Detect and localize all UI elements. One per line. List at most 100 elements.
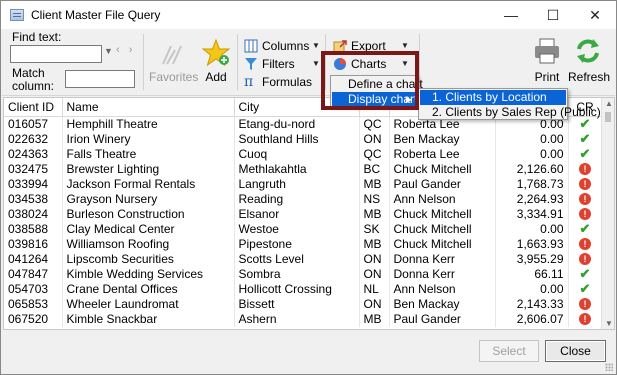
table-row[interactable]: 041264 Lipscomb Securities Scotts Level ON D…	[4, 251, 603, 267]
cell-name: Grayson Nursery	[62, 191, 235, 207]
table-row[interactable]: 065853 Wheeler Laundromat Bissett ON Ben Mac…	[4, 296, 603, 312]
cell-amount: 0.00	[495, 221, 569, 237]
filters-button[interactable]: Filters	[244, 55, 295, 73]
cell-rep: Donna Kerr	[389, 266, 496, 282]
formulas-button[interactable]: π Formulas	[244, 73, 312, 91]
minimize-button[interactable]: —	[490, 1, 532, 29]
close-button[interactable]: Close	[545, 340, 606, 362]
cell-prov: ON	[359, 251, 390, 267]
cell-prov: ON	[359, 266, 390, 282]
table-row[interactable]: 067520 Kimble Snackbar Ashern MB Paul Gander…	[4, 311, 603, 327]
find-text-label: Find text:	[12, 30, 62, 44]
resize-grip[interactable]	[605, 363, 613, 371]
cell-rep: Chuck Mitchell	[389, 161, 496, 177]
table-row[interactable]: 024363 Falls Theatre Cuoq QC Roberta Lee 0.00…	[4, 146, 603, 162]
cell-rep: Ann Nelson	[389, 191, 496, 207]
cell-amount: 1,768.73	[495, 176, 569, 192]
alert-icon: !	[579, 163, 591, 176]
table-row[interactable]: 033994 Jackson Formal Rentals Langruth MB Pa…	[4, 176, 603, 192]
columns-button[interactable]: Columns	[244, 37, 309, 55]
cell-cr: !	[568, 191, 603, 207]
column-header[interactable]: Name	[62, 98, 235, 117]
select-button[interactable]: Select	[479, 340, 539, 362]
cell-rep: Roberta Lee	[389, 146, 496, 162]
print-button[interactable]: Print	[531, 36, 563, 84]
columns-dropdown-icon[interactable]: ▼	[312, 41, 320, 50]
cell-id: 065853	[4, 296, 63, 312]
submenu-item-clients-by-sales-rep[interactable]: 2. Clients by Sales Rep (Public)	[420, 105, 601, 120]
cell-id: 034538	[4, 191, 63, 207]
cell-city: Cuoq	[234, 146, 360, 162]
toolbar: Find text: ▼ ‹ › Match column: Favorites…	[2, 30, 615, 96]
cell-id: 041264	[4, 251, 63, 267]
maximize-button[interactable]: ☐	[532, 1, 574, 29]
submenu-item-clients-by-location[interactable]: 1. Clients by Location	[420, 90, 566, 105]
table-row[interactable]: 032475 Brewster Lighting Methlakahtla BC Chu…	[4, 161, 603, 177]
cell-cr: !	[568, 311, 603, 327]
cell-amount: 0.00	[495, 131, 569, 147]
export-dropdown-icon[interactable]: ▼	[401, 41, 409, 50]
scroll-up-icon[interactable]: ▲	[605, 99, 613, 108]
find-dropdown-icon[interactable]: ▼	[104, 46, 113, 56]
charts-button[interactable]: Charts	[333, 55, 386, 73]
table-row[interactable]: 034538 Grayson Nursery Reading NS Ann Nelson…	[4, 191, 603, 207]
refresh-label: Refresh	[568, 70, 611, 84]
pie-chart-icon	[334, 58, 346, 70]
table-body: 016057 Hemphill Theatre Etang-du-nord QC Rob…	[4, 116, 603, 327]
cell-prov: BC	[359, 161, 390, 177]
display-chart-submenu: 1. Clients by Location 2. Clients by Sal…	[418, 88, 601, 120]
close-window-button[interactable]: ✕	[574, 1, 616, 29]
cell-cr: !	[568, 296, 603, 312]
cell-cr: !	[568, 236, 603, 252]
cell-cr: ✔	[568, 221, 603, 237]
scroll-thumb[interactable]	[605, 112, 611, 122]
cell-prov: MB	[359, 311, 390, 327]
charts-dropdown-icon[interactable]: ▼	[401, 59, 409, 68]
filters-dropdown-icon[interactable]: ▼	[312, 59, 320, 68]
formulas-label: Formulas	[262, 75, 313, 89]
cell-amount: 1,663.93	[495, 236, 569, 252]
find-text-input[interactable]	[10, 45, 102, 63]
cell-city: Scotts Level	[234, 251, 360, 267]
cell-city: Southland Hills	[234, 131, 360, 147]
match-column-input[interactable]	[65, 70, 135, 88]
menu-item-display-chart[interactable]: Display chart ▶	[332, 92, 417, 107]
cell-rep: Chuck Mitchell	[389, 206, 496, 222]
cell-rep: Paul Gander	[389, 311, 496, 327]
cell-rep: Ben Mackay	[389, 296, 496, 312]
check-icon: ✔	[579, 146, 591, 161]
cell-id: 022632	[4, 131, 63, 147]
cell-id: 024363	[4, 146, 63, 162]
cell-city: Reading	[234, 191, 360, 207]
table-row[interactable]: 038588 Clay Medical Center Westoe SK Chuck M…	[4, 221, 603, 237]
table-row[interactable]: 047847 Kimble Wedding Services Sombra ON Don…	[4, 266, 603, 282]
alert-icon: !	[579, 313, 591, 326]
alert-icon: !	[579, 208, 591, 221]
table-row[interactable]: 038024 Burleson Construction Elsanor MB Chuc…	[4, 206, 603, 222]
charts-menu: Define a chart Display chart ▶	[330, 75, 423, 107]
refresh-icon	[577, 39, 599, 63]
toolbar-divider	[143, 34, 144, 90]
cell-name: Irion Winery	[62, 131, 235, 147]
table-row[interactable]: 054703 Crane Dental Offices Hollicott Cros…	[4, 281, 603, 297]
cell-name: Hemphill Theatre	[62, 116, 235, 132]
table-row[interactable]: 039816 Williamson Roofing Pipestone MB Chuck…	[4, 236, 603, 252]
table-row[interactable]: 022632 Irion Winery Southland Hills ON Ben M…	[4, 131, 603, 147]
cell-prov: SK	[359, 221, 390, 237]
window-title: Client Master File Query	[31, 8, 161, 22]
refresh-button[interactable]: Refresh	[568, 36, 610, 84]
cell-amount: 2,143.33	[495, 296, 569, 312]
vertical-scrollbar[interactable]: ▲ ▼	[601, 98, 614, 329]
add-favorite-button[interactable]: Add	[200, 36, 232, 88]
favorites-button[interactable]: Favorites	[149, 36, 198, 88]
cell-amount: 2,126.60	[495, 161, 569, 177]
toolbar-divider	[325, 34, 326, 90]
find-nav-icon[interactable]: ‹ ›	[116, 44, 135, 56]
scroll-down-icon[interactable]: ▼	[605, 319, 613, 328]
check-icon: ✔	[579, 131, 591, 146]
column-header[interactable]: Client ID	[4, 98, 63, 117]
menu-item-define-chart[interactable]: Define a chart	[332, 77, 423, 92]
export-button[interactable]: Export	[333, 37, 386, 55]
cell-amount: 0.00	[495, 146, 569, 162]
cell-id: 067520	[4, 311, 63, 327]
